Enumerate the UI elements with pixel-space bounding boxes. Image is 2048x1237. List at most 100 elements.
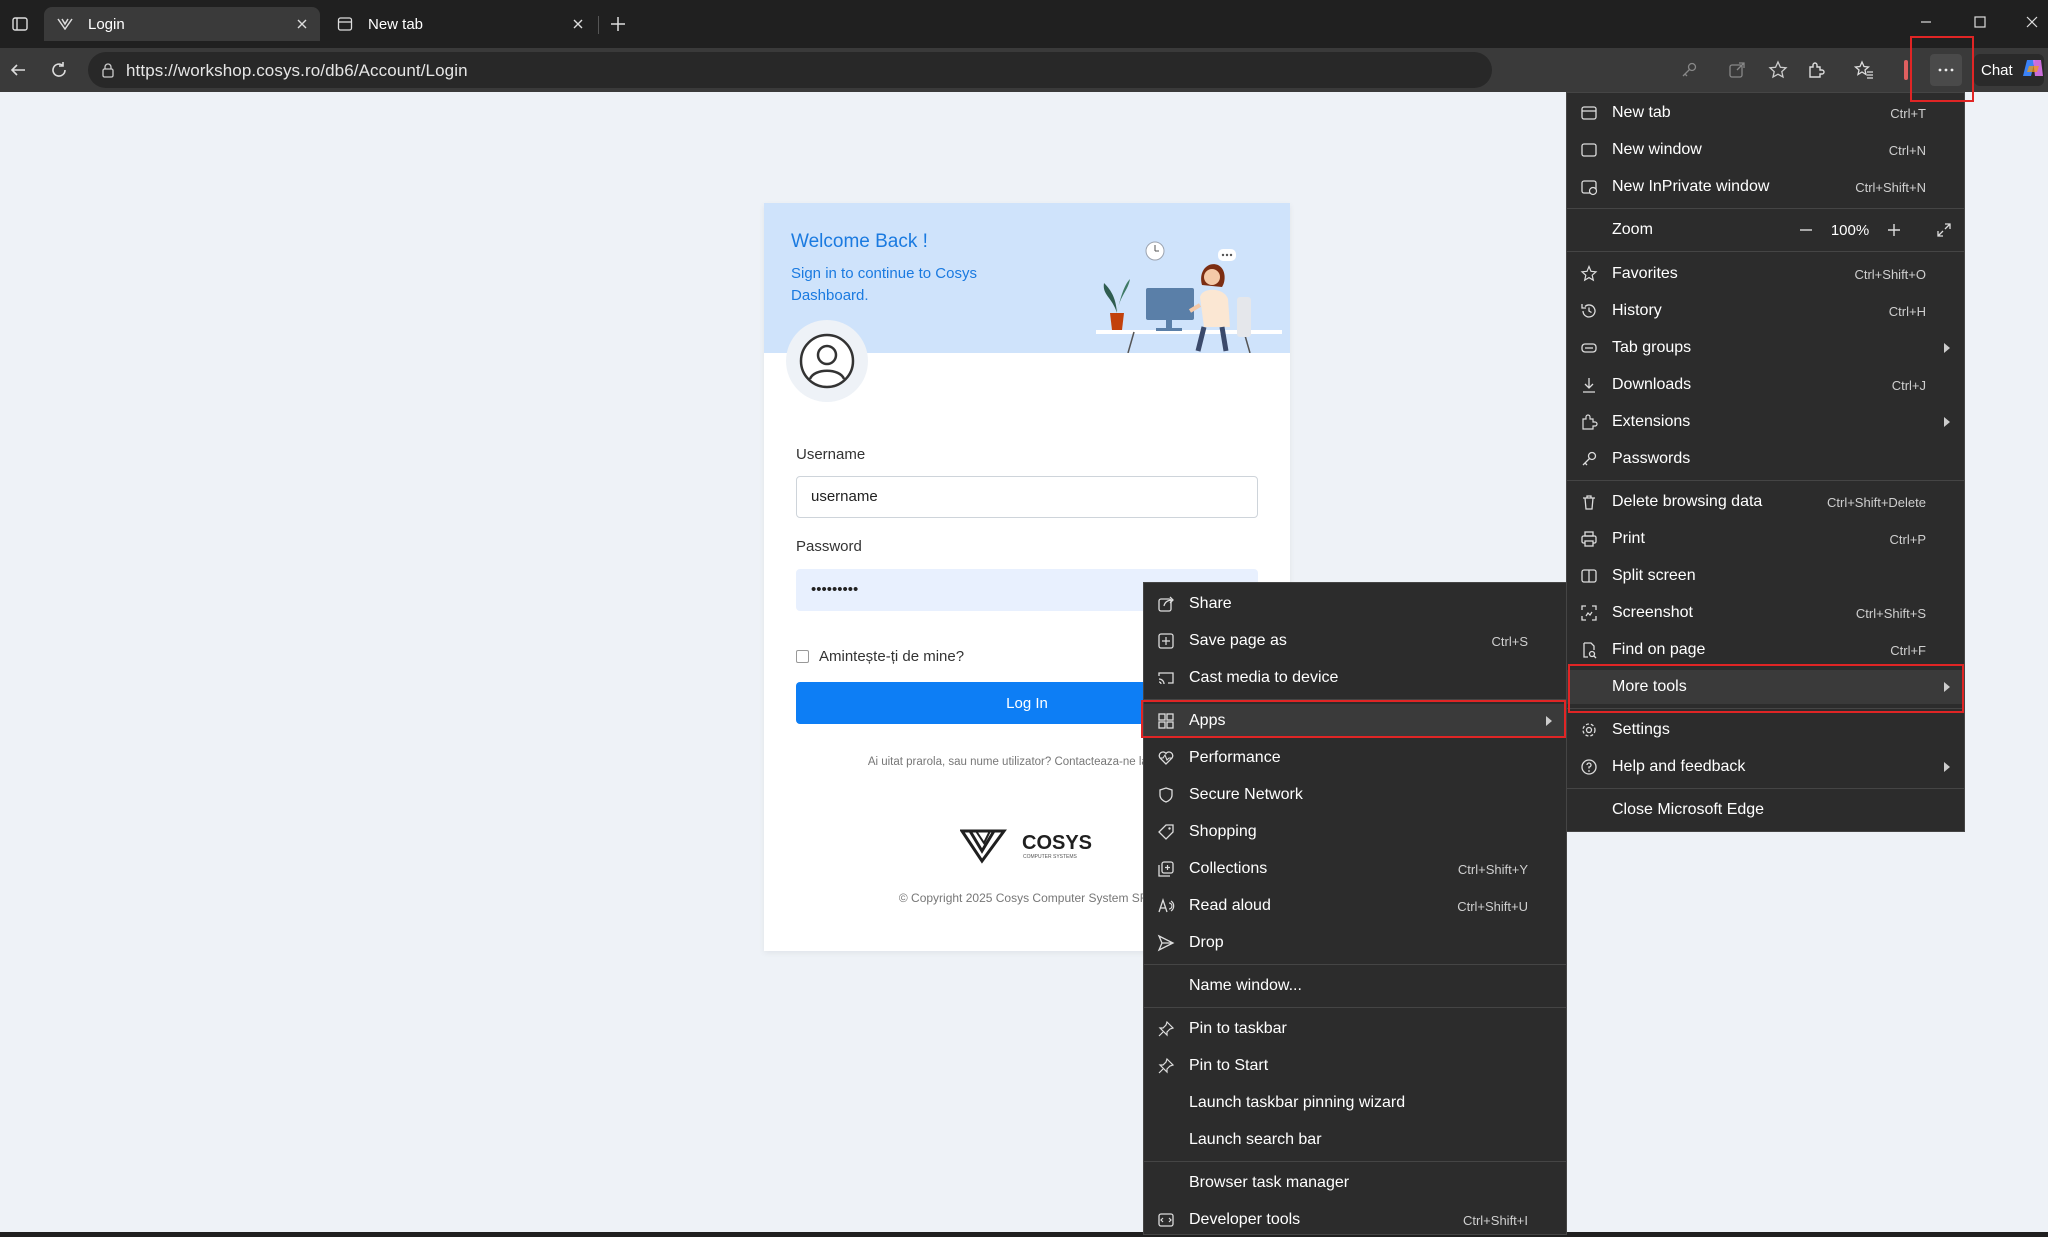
menu-item-delete-browsing-data[interactable]: Delete browsing data Ctrl+Shift+Delete	[1567, 485, 1964, 519]
menu-item-launch-taskbar-pinning-wizard[interactable]: Launch taskbar pinning wizard	[1144, 1086, 1566, 1120]
minimize-button[interactable]	[1910, 8, 1942, 36]
menu-item-new-window[interactable]: New window Ctrl+N	[1567, 133, 1964, 167]
menu-item-extensions[interactable]: Extensions	[1567, 405, 1964, 439]
refresh-button[interactable]	[43, 54, 75, 86]
close-window-button[interactable]	[2016, 8, 2048, 36]
menu-item-apps[interactable]: Apps	[1144, 704, 1566, 738]
menu-item-share[interactable]: Share	[1144, 587, 1566, 621]
menu-item-name-window[interactable]: Name window...	[1144, 969, 1566, 1003]
menu-shortcut: Ctrl+Shift+U	[1457, 898, 1528, 914]
username-input[interactable]: username	[796, 476, 1258, 518]
welcome-subtitle: Sign in to continue to Cosys Dashboard.	[791, 265, 977, 304]
menu-item-close-edge[interactable]: Close Microsoft Edge	[1567, 793, 1964, 827]
menu-item-history[interactable]: History Ctrl+H	[1567, 294, 1964, 328]
menu-item-new-tab[interactable]: New tab Ctrl+T	[1567, 96, 1964, 130]
menu-item-split-screen[interactable]: Split screen	[1567, 559, 1964, 593]
pin-icon	[1156, 1056, 1176, 1076]
menu-item-find-on-page[interactable]: Find on page Ctrl+F	[1567, 633, 1964, 667]
extensions-puzzle-icon[interactable]	[1800, 54, 1832, 86]
submenu-arrow-icon	[1942, 682, 1952, 692]
zoom-out-icon[interactable]	[1790, 214, 1822, 246]
inprivate-window-icon	[1579, 177, 1599, 197]
menu-item-developer-tools[interactable]: Developer tools Ctrl+Shift+I	[1144, 1203, 1566, 1237]
menu-item-save-page-as[interactable]: Save page as Ctrl+S	[1144, 624, 1566, 658]
menu-shortcut: Ctrl+F	[1890, 642, 1926, 658]
menu-item-passwords[interactable]: Passwords	[1567, 442, 1964, 476]
user-avatar	[786, 320, 868, 402]
lock-icon[interactable]	[100, 62, 116, 83]
copilot-chat-button[interactable]: Chat	[1974, 54, 2044, 86]
url-text[interactable]: https://workshop.cosys.ro/db6/Account/Lo…	[126, 61, 468, 81]
zoom-value: 100%	[1830, 221, 1870, 239]
developer-tools-icon	[1156, 1210, 1176, 1230]
download-icon	[1579, 375, 1599, 395]
favorites-star-icon	[1579, 264, 1599, 284]
menu-item-settings[interactable]: Settings	[1567, 713, 1964, 747]
menu-item-cast-media[interactable]: Cast media to device	[1144, 661, 1566, 695]
menu-item-print[interactable]: Print Ctrl+P	[1567, 522, 1964, 556]
menu-divider	[1144, 699, 1566, 700]
menu-label: Shopping	[1189, 823, 1257, 840]
menu-item-pin-to-start[interactable]: Pin to Start	[1144, 1049, 1566, 1083]
menu-shortcut: Ctrl+Shift+N	[1855, 179, 1926, 195]
submenu-arrow-icon	[1942, 762, 1952, 772]
cast-icon	[1156, 668, 1176, 688]
remember-me-checkbox[interactable]	[796, 650, 809, 663]
fullscreen-icon[interactable]	[1928, 214, 1960, 246]
menu-item-browser-task-manager[interactable]: Browser task manager	[1144, 1166, 1566, 1200]
more-tools-submenu: Share Save page as Ctrl+S Cast media to …	[1143, 582, 1567, 1235]
address-bar[interactable]: https://workshop.cosys.ro/db6/Account/Lo…	[88, 52, 1788, 88]
menu-label: History	[1612, 302, 1662, 319]
menu-label: Screenshot	[1612, 604, 1693, 621]
menu-divider	[1567, 480, 1964, 481]
menu-shortcut: Ctrl+Shift+O	[1854, 266, 1926, 282]
user-circle-icon	[799, 333, 855, 389]
menu-item-tab-groups[interactable]: Tab groups	[1567, 331, 1964, 365]
favorites-icon[interactable]	[1848, 54, 1880, 86]
back-button[interactable]	[2, 54, 34, 86]
tab-actions-icon[interactable]	[4, 8, 36, 40]
logo-subtext: COMPUTER SYSTEMS	[1023, 854, 1078, 860]
menu-label: Favorites	[1612, 265, 1678, 282]
close-tab-icon[interactable]	[292, 14, 312, 34]
menu-item-launch-search-bar[interactable]: Launch search bar	[1144, 1123, 1566, 1157]
menu-item-secure-network[interactable]: Secure Network	[1144, 778, 1566, 812]
submenu-arrow-icon	[1942, 343, 1952, 353]
menu-label: Collections	[1189, 860, 1268, 877]
remember-me-label: Amintește-ți de mine?	[819, 648, 965, 665]
settings-and-more-button[interactable]	[1930, 54, 1962, 86]
copilot-icon	[2021, 56, 2045, 84]
tab-new-tab[interactable]: New tab	[324, 7, 596, 41]
new-tab-button[interactable]	[606, 12, 630, 36]
password-key-icon[interactable]	[1680, 61, 1698, 84]
close-tab-icon[interactable]	[568, 14, 588, 34]
maximize-button[interactable]	[1964, 8, 1996, 36]
apps-icon	[1156, 711, 1176, 731]
menu-item-screenshot[interactable]: Screenshot Ctrl+Shift+S	[1567, 596, 1964, 630]
menu-item-more-tools[interactable]: More tools	[1567, 670, 1964, 704]
menu-divider	[1144, 964, 1566, 965]
menu-item-help-and-feedback[interactable]: Help and feedback	[1567, 750, 1964, 784]
open-in-app-icon[interactable]	[1728, 61, 1746, 84]
menu-item-new-inprivate[interactable]: New InPrivate window Ctrl+Shift+N	[1567, 170, 1964, 204]
add-favorite-star-icon[interactable]	[1768, 60, 1788, 85]
menu-divider	[1567, 788, 1964, 789]
menu-item-pin-to-taskbar[interactable]: Pin to taskbar	[1144, 1012, 1566, 1046]
chat-label: Chat	[1981, 61, 2013, 79]
menu-item-read-aloud[interactable]: Read aloud Ctrl+Shift+U	[1144, 889, 1566, 923]
zoom-in-icon[interactable]	[1878, 214, 1910, 246]
collections-icon	[1156, 859, 1176, 879]
menu-item-performance[interactable]: Performance	[1144, 741, 1566, 775]
remember-me[interactable]: Amintește-ți de mine?	[796, 648, 964, 665]
menu-label: Downloads	[1612, 376, 1692, 393]
menu-label: Pin to taskbar	[1189, 1020, 1287, 1037]
menu-label: New window	[1612, 141, 1702, 158]
tab-login[interactable]: Login	[44, 7, 320, 41]
menu-item-drop[interactable]: Drop	[1144, 926, 1566, 960]
menu-shortcut: Ctrl+T	[1890, 105, 1926, 121]
split-screen-icon	[1579, 566, 1599, 586]
menu-item-collections[interactable]: Collections Ctrl+Shift+Y	[1144, 852, 1566, 886]
menu-item-downloads[interactable]: Downloads Ctrl+J	[1567, 368, 1964, 402]
menu-item-shopping[interactable]: Shopping	[1144, 815, 1566, 849]
menu-item-favorites[interactable]: Favorites Ctrl+Shift+O	[1567, 257, 1964, 291]
